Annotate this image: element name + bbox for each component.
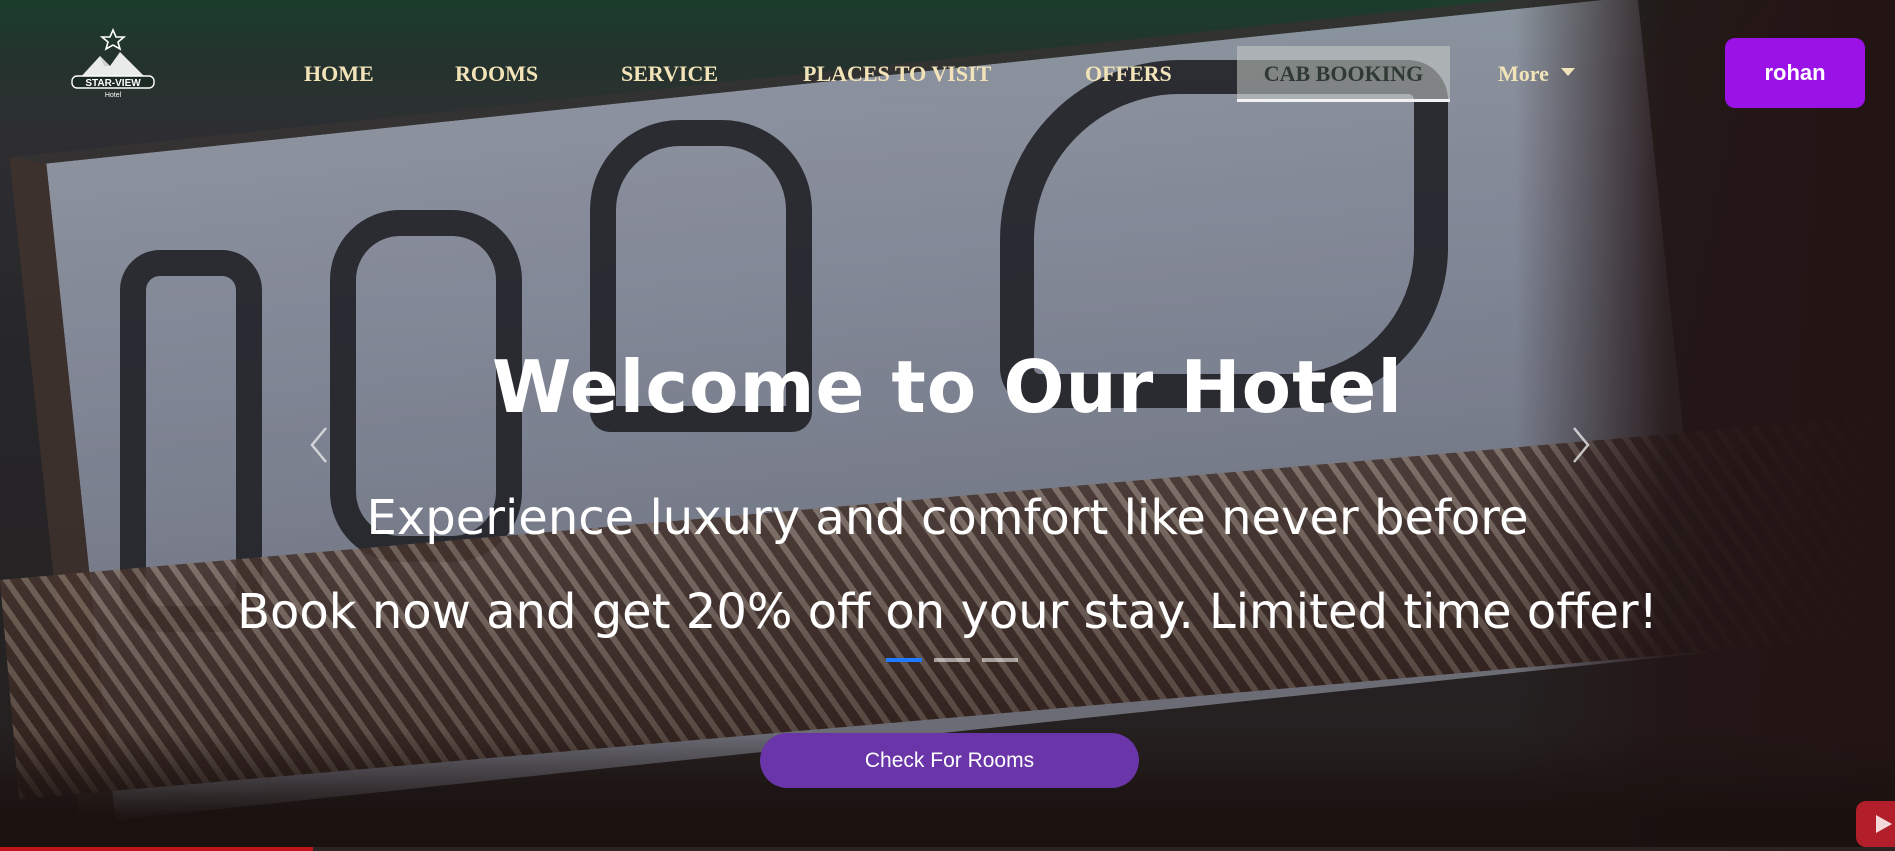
chevron-left-icon xyxy=(310,427,327,463)
carousel-indicator[interactable] xyxy=(886,658,922,662)
hotel-logo[interactable]: STAR-VIEW Hotel xyxy=(70,27,156,100)
nav-service[interactable]: SERVICE xyxy=(609,46,730,102)
play-icon xyxy=(1876,815,1892,833)
video-progress-bar[interactable] xyxy=(0,847,1895,851)
carousel-prev-button[interactable] xyxy=(300,420,340,470)
user-account-button[interactable]: rohan xyxy=(1725,38,1865,108)
nav-offers[interactable]: OFFERS xyxy=(1073,46,1184,102)
caret-down-icon xyxy=(1560,67,1575,76)
logo-icon: STAR-VIEW Hotel xyxy=(71,27,155,99)
svg-text:Hotel: Hotel xyxy=(105,92,122,99)
video-progress-fill xyxy=(0,847,313,851)
nav-more-label: More xyxy=(1498,61,1549,86)
nav-home[interactable]: HOME xyxy=(292,46,386,102)
hero-title: Welcome to Our Hotel xyxy=(491,345,1404,429)
carousel-indicators xyxy=(886,658,1018,662)
check-for-rooms-button[interactable]: Check For Rooms xyxy=(760,733,1139,788)
video-play-button[interactable] xyxy=(1856,801,1895,847)
svg-text:STAR-VIEW: STAR-VIEW xyxy=(85,78,141,89)
chevron-right-icon xyxy=(1573,427,1590,463)
nav-places-to-visit[interactable]: PLACES TO VISIT xyxy=(791,46,1003,102)
hero-offer-text: Book now and get 20% off on your stay. L… xyxy=(237,584,1658,640)
carousel-next-button[interactable] xyxy=(1560,420,1600,470)
nav-rooms[interactable]: ROOMS xyxy=(443,46,550,102)
carousel-indicator[interactable] xyxy=(982,658,1018,662)
nav-more-dropdown[interactable]: More xyxy=(1486,46,1587,102)
hero-subtitle: Experience luxury and comfort like never… xyxy=(366,490,1529,546)
nav-cab-booking[interactable]: CAB BOOKING xyxy=(1237,46,1450,102)
carousel-indicator[interactable] xyxy=(934,658,970,662)
